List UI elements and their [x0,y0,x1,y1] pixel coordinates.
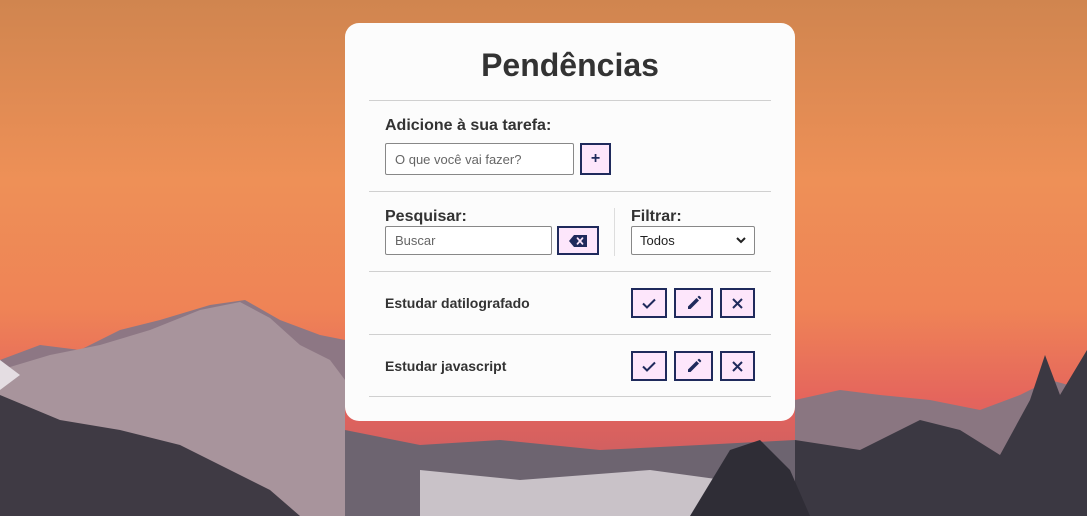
clear-search-button[interactable] [557,226,599,255]
pencil-icon [687,295,701,309]
page-title: Pendências [481,47,659,83]
remove-button[interactable] [720,288,755,318]
divider [369,334,771,335]
todo-card: Pendências Adicione à sua tarefa: + Pesq… [345,23,795,421]
divider [369,396,771,397]
todo-text: Estudar datilografado [385,295,530,311]
done-button[interactable] [631,351,667,381]
divider [369,271,771,272]
close-icon [732,360,743,372]
check-icon [642,298,656,309]
plus-icon: + [590,150,601,167]
check-icon [642,361,656,372]
pencil-icon [687,358,701,372]
search-label: Pesquisar: [385,208,467,225]
edit-button[interactable] [674,351,713,381]
done-button[interactable] [631,288,667,318]
filter-label: Filtrar: [631,208,682,225]
divider [369,100,771,101]
add-task-input[interactable] [385,143,574,175]
divider [369,191,771,192]
backspace-icon [569,234,587,247]
search-input[interactable] [385,226,552,255]
chevron-down-icon [736,237,746,244]
edit-button[interactable] [674,288,713,318]
todo-text: Estudar javascript [385,358,507,374]
filter-selected-value: Todos [640,233,675,248]
vertical-divider [614,208,615,256]
add-task-button[interactable]: + [580,143,611,175]
filter-select[interactable]: Todos [631,226,755,255]
close-icon [732,297,743,309]
remove-button[interactable] [720,351,755,381]
add-task-label: Adicione à sua tarefa: [385,117,552,134]
